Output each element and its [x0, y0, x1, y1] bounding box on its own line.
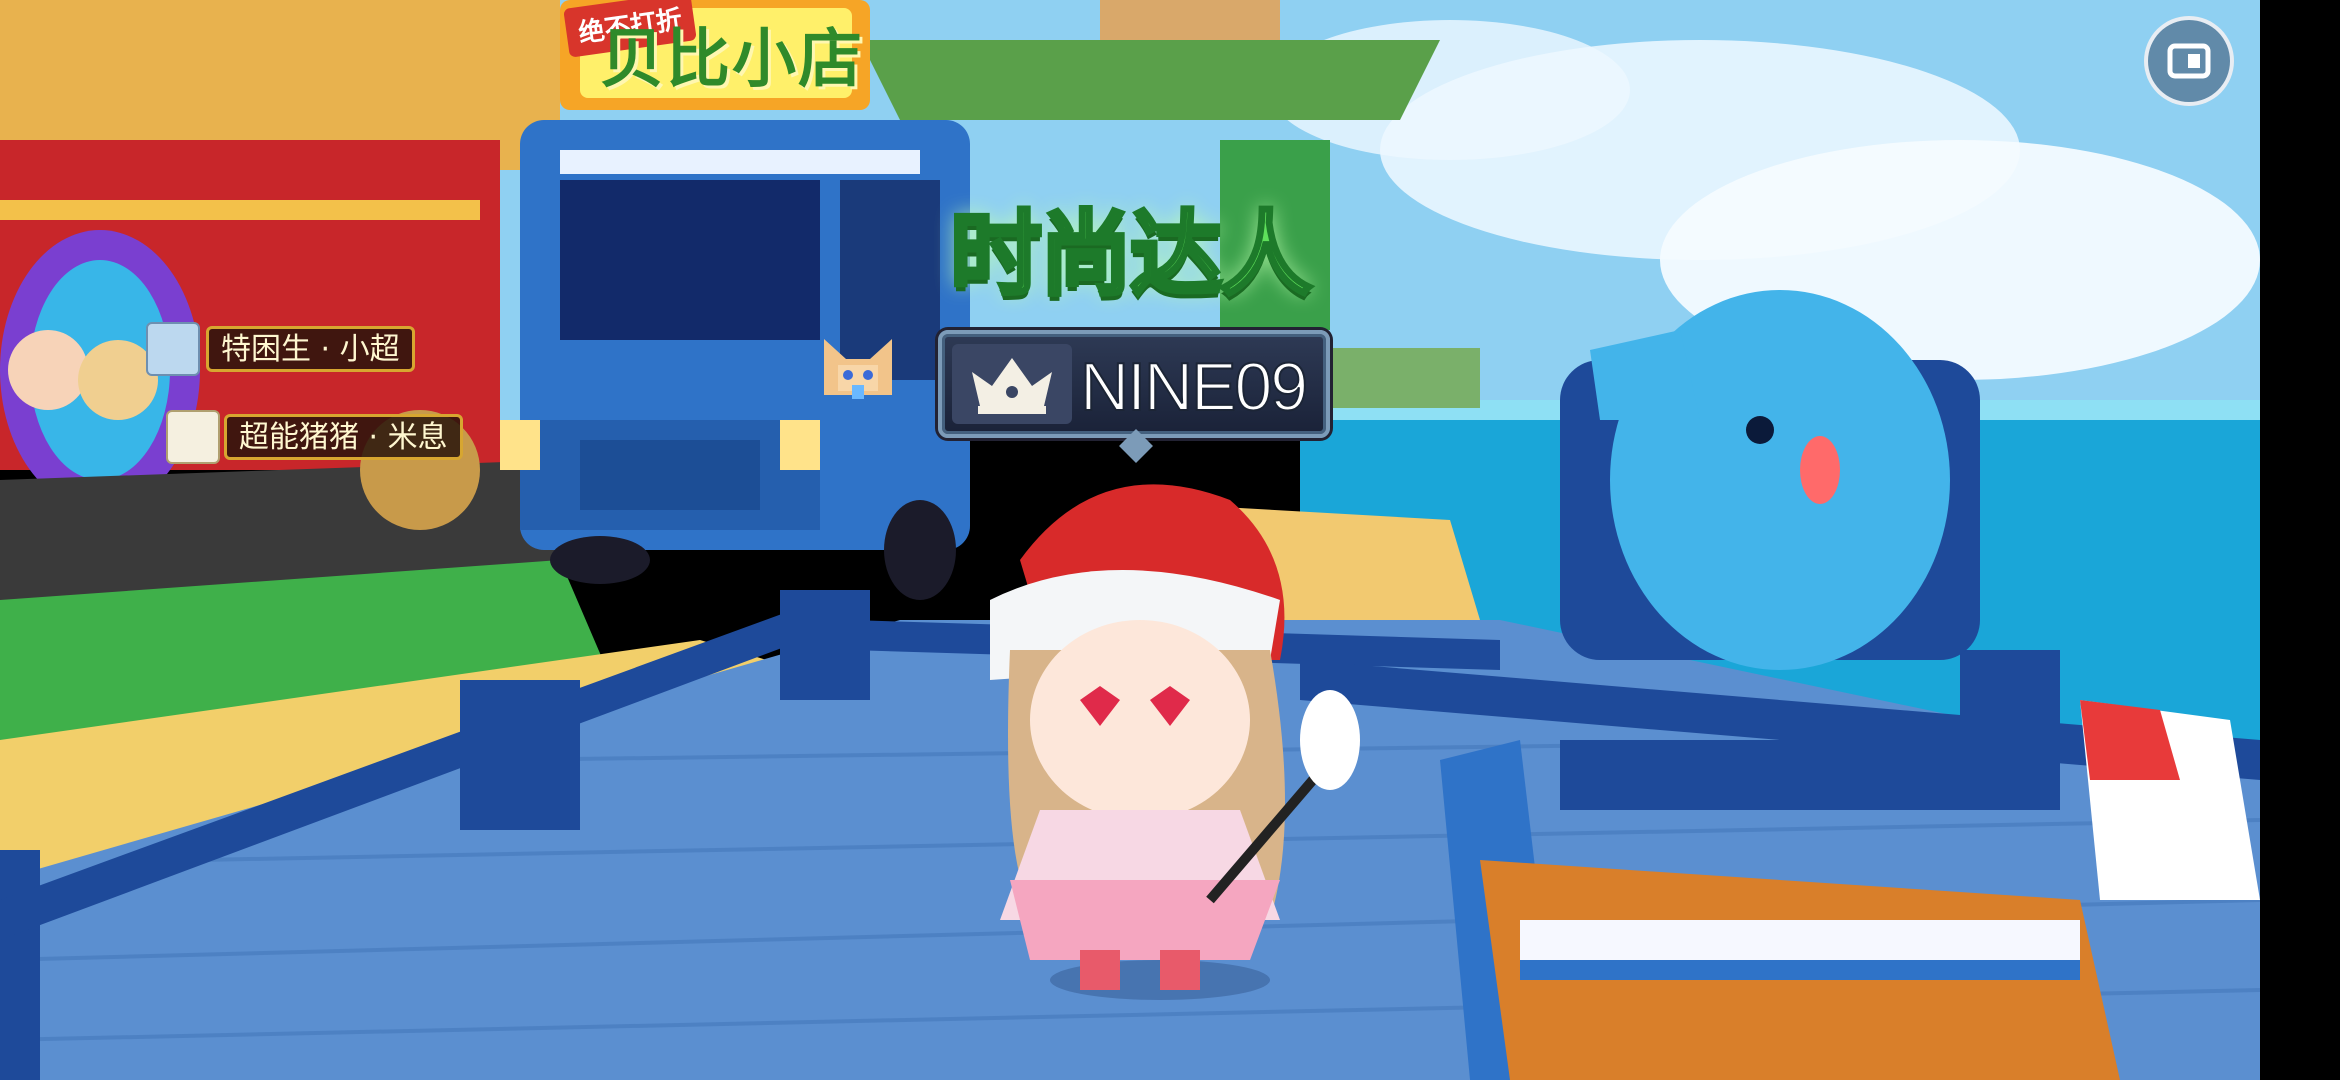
game-scene[interactable]: 绝不打折 贝比小店 时尚达人 NINE09 特困生 · 小超 超能猪猪 · 米息 — [0, 0, 2260, 1080]
shop-sign-label: 贝比小店 — [600, 23, 864, 97]
player-name: NINE09 — [1079, 348, 1309, 426]
npc-avatar-icon — [146, 322, 200, 376]
cat-avatar-icon — [824, 339, 892, 399]
camera-rotate-button[interactable] — [2144, 16, 2234, 106]
npc-name-tag[interactable]: 超能猪猪 · 米息 — [224, 414, 463, 460]
screen-edge-bar — [2260, 0, 2340, 1080]
food-truck — [500, 120, 970, 600]
game-world-background — [0, 0, 2260, 1080]
player-nameplate[interactable]: NINE09 — [938, 330, 1330, 463]
title-badge: 时尚达人 — [948, 199, 1314, 310]
npc-avatar-icon — [166, 410, 220, 464]
crown-icon-box — [952, 344, 1072, 424]
crown-icon — [972, 358, 1052, 414]
npc-name-tag[interactable]: 特困生 · 小超 — [206, 326, 415, 372]
camera-rotate-icon — [2167, 43, 2211, 79]
